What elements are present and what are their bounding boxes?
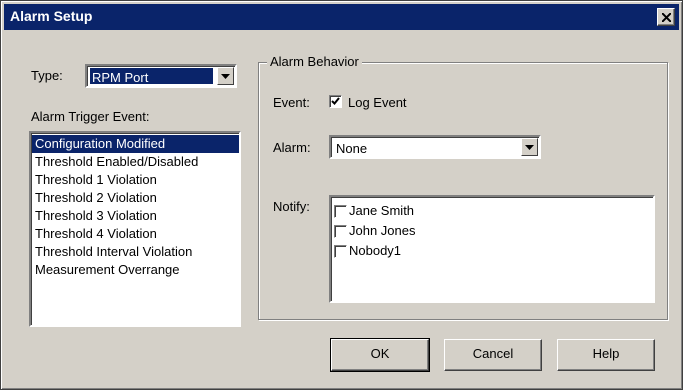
notify-list-item[interactable]: John Jones [331,222,653,242]
notify-list-item[interactable]: Jane Smith [331,202,653,222]
type-label-text: Type: [31,68,63,83]
help-button-label: Help [592,346,620,361]
window-title: Alarm Setup [10,8,93,24]
trigger-list-item[interactable]: Threshold 3 Violation [32,207,239,225]
cancel-button[interactable]: Cancel [444,339,542,371]
type-dropdown-button[interactable] [217,67,234,85]
title-bar[interactable]: Alarm Setup [4,4,679,30]
cancel-button-label: Cancel [472,346,514,361]
alarm-setup-dialog: Alarm Setup Type: RPM Port Alarm Trigger… [0,0,683,390]
close-icon [662,13,671,22]
alarm-dropdown-button[interactable] [521,138,538,156]
trigger-list-item[interactable]: Threshold Interval Violation [32,243,239,261]
trigger-list-item[interactable]: Configuration Modified [32,135,239,153]
log-event-checkbox[interactable] [329,95,342,108]
ok-button[interactable]: OK [330,338,430,372]
type-select[interactable]: RPM Port [85,64,237,88]
type-label: Type: [31,68,63,83]
checkmark-icon [331,97,340,105]
notify-list[interactable]: Jane Smith John Jones Nobody1 [329,195,655,303]
notify-item-label: John Jones [349,223,416,238]
event-label: Event: [273,95,310,110]
trigger-list-item[interactable]: Threshold 4 Violation [32,225,239,243]
trigger-event-list[interactable]: Configuration Modified Threshold Enabled/… [29,131,241,327]
alarm-select[interactable]: None [329,135,541,159]
trigger-list-item[interactable]: Threshold 1 Violation [32,171,239,189]
log-event-label: Log Event [348,95,407,110]
notify-checkbox[interactable] [334,205,347,218]
notify-item-label: Nobody1 [349,243,402,258]
trigger-list-item[interactable]: Threshold Enabled/Disabled [32,153,239,171]
chevron-down-icon [221,74,230,79]
trigger-list-item[interactable]: Measurement Overrange [32,261,239,279]
chevron-down-icon [525,145,534,150]
close-button[interactable] [657,8,675,26]
notify-list-item[interactable]: Nobody1 [331,242,653,262]
alarm-label: Alarm: [273,140,311,155]
type-select-value: RPM Port [90,68,213,85]
notify-checkbox[interactable] [334,245,347,258]
ok-button-label: OK [370,346,390,361]
trigger-list-item[interactable]: Threshold 2 Violation [32,189,239,207]
alarm-behavior-title: Alarm Behavior [267,54,362,69]
help-button[interactable]: Help [557,339,655,371]
trigger-label: Alarm Trigger Event: [31,109,150,124]
notify-item-label: Jane Smith [349,203,415,218]
alarm-select-value: None [336,141,368,156]
notify-checkbox[interactable] [334,225,347,238]
notify-label: Notify: [273,199,310,214]
